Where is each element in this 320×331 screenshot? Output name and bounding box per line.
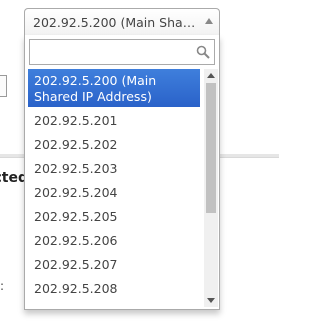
search-input[interactable] <box>30 40 190 64</box>
options-scrollbar[interactable] <box>204 69 218 307</box>
list-item[interactable]: 202.92.5.202 <box>28 133 200 157</box>
list-item[interactable]: 202.92.5.200 (Main Shared IP Address) <box>28 69 200 107</box>
background-label-fragment: : <box>0 279 5 293</box>
scroll-down-arrow-icon[interactable] <box>207 298 215 303</box>
list-item[interactable]: 202.92.5.201 <box>28 109 200 133</box>
list-item[interactable]: 202.92.5.208 <box>28 277 200 301</box>
dropdown-search[interactable] <box>29 39 215 65</box>
list-item[interactable]: 202.92.5.204 <box>28 181 200 205</box>
background-field-fragment <box>0 75 7 97</box>
chevron-up-icon[interactable] <box>205 18 213 24</box>
search-icon <box>196 45 210 59</box>
page: ected : 202.92.5.200 (Main Shared IP Add… <box>0 0 279 331</box>
ip-address-select[interactable]: 202.92.5.200 (Main Shared IP Address) <box>24 8 220 36</box>
list-item[interactable]: 202.92.5.207 <box>28 253 200 277</box>
list-item[interactable]: 202.92.5.205 <box>28 205 200 229</box>
list-item[interactable]: 202.92.5.206 <box>28 229 200 253</box>
select-selected-value: 202.92.5.200 (Main Shared IP Address) <box>33 15 199 30</box>
options-list[interactable]: 202.92.5.200 (Main Shared IP Address) 20… <box>28 69 218 307</box>
scrollbar-thumb[interactable] <box>206 83 216 213</box>
ip-address-dropdown: 202.92.5.200 (Main Shared IP Address) 20… <box>24 35 220 310</box>
scroll-up-arrow-icon[interactable] <box>207 73 215 78</box>
list-item[interactable]: 202.92.5.203 <box>28 157 200 181</box>
